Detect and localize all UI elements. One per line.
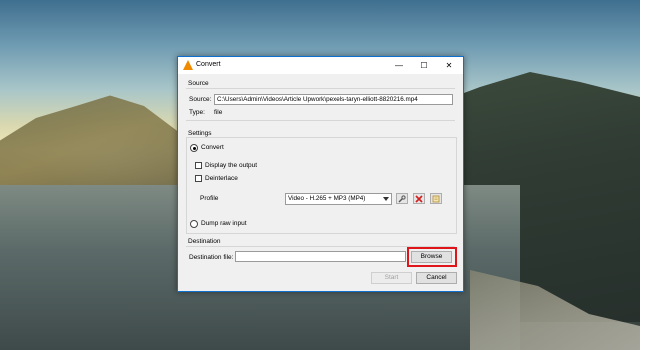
browse-highlight-box: [407, 247, 457, 267]
source-section-label: Source: [188, 80, 209, 87]
maximize-button[interactable]: ☐: [413, 57, 435, 74]
deinterlace-label[interactable]: Deinterlace: [205, 175, 238, 182]
delete-profile-button[interactable]: [413, 193, 425, 204]
profile-dropdown[interactable]: Video - H.265 + MP3 (MP4): [285, 193, 392, 205]
source-separator: [186, 88, 455, 89]
chevron-down-icon: [383, 197, 389, 201]
type-value: file: [214, 109, 223, 116]
new-profile-button[interactable]: [430, 193, 442, 204]
close-button[interactable]: ✕: [438, 57, 460, 74]
display-output-checkbox[interactable]: [195, 162, 202, 169]
delete-x-icon: [415, 195, 423, 203]
source-bottom-separator: [186, 120, 455, 121]
new-profile-icon: [432, 195, 440, 203]
destination-file-field[interactable]: [235, 251, 406, 262]
profile-label: Profile: [200, 195, 219, 202]
settings-section-label: Settings: [188, 130, 212, 137]
edit-profile-button[interactable]: [396, 193, 408, 204]
dump-raw-radio[interactable]: [190, 220, 198, 228]
right-edge-strip: [640, 0, 653, 350]
dump-raw-label[interactable]: Dump raw input: [201, 220, 247, 227]
source-path-field[interactable]: C:\Users\Admin\Videos\Article Upwork\pex…: [214, 94, 453, 105]
source-label: Source:: [189, 96, 212, 103]
wrench-icon: [398, 195, 406, 203]
deinterlace-checkbox[interactable]: [195, 175, 202, 182]
start-button[interactable]: Start: [371, 272, 412, 284]
profile-dropdown-value: Video - H.265 + MP3 (MP4): [288, 195, 366, 202]
minimize-button[interactable]: —: [388, 57, 410, 74]
destination-file-label: Destination file:: [189, 254, 234, 261]
destination-section-label: Destination: [188, 238, 221, 245]
convert-dialog: Convert — ☐ ✕ Source Source: C:\Users\Ad…: [177, 56, 464, 292]
convert-radio[interactable]: [190, 144, 198, 152]
title-bar[interactable]: Convert — ☐ ✕: [178, 57, 463, 74]
cancel-button[interactable]: Cancel: [416, 272, 457, 284]
display-output-label[interactable]: Display the output: [205, 162, 257, 169]
convert-radio-label[interactable]: Convert: [201, 144, 224, 151]
type-label: Type:: [189, 109, 205, 116]
vlc-cone-icon: [183, 60, 193, 70]
window-title: Convert: [196, 61, 221, 68]
